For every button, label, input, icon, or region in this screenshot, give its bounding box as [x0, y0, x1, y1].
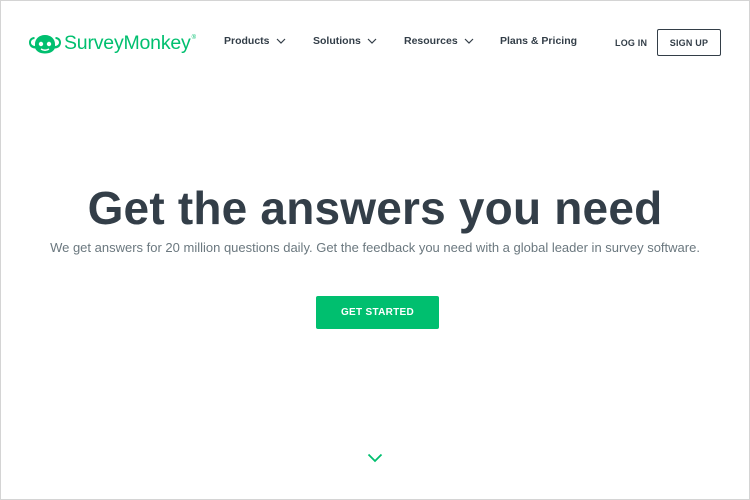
nav-label: Resources [404, 35, 458, 47]
chevron-down-icon [464, 38, 474, 44]
chevron-down-icon [276, 38, 285, 44]
brand-name: SurveyMonkey [64, 31, 191, 54]
chevron-down-icon [367, 38, 377, 44]
nav-item-resources[interactable]: Resources [404, 35, 474, 47]
nav-item-solutions[interactable]: Solutions [313, 35, 377, 47]
registered-mark: ® [191, 35, 196, 41]
get-started-button[interactable]: GET STARTED [316, 296, 439, 329]
nav-label: Plans & Pricing [500, 35, 578, 47]
brand-logo[interactable]: SurveyMonkey ® [28, 29, 196, 57]
hero-title: Get the answers you need [87, 182, 663, 234]
nav-item-plans-pricing[interactable]: Plans & Pricing [500, 35, 577, 47]
nav-item-products[interactable]: Products [224, 35, 286, 47]
hero-subtitle: We get answers for 20 million questions … [50, 240, 700, 255]
scroll-down-chevron-icon[interactable] [367, 453, 383, 463]
monkey-logo-icon [29, 35, 61, 54]
site-header: SurveyMonkey ® Products Solutions Resour… [1, 1, 749, 85]
login-link[interactable]: LOG IN [615, 38, 647, 48]
page: SurveyMonkey ® Products Solutions Resour… [0, 0, 750, 500]
signup-button[interactable]: SIGN UP [657, 29, 721, 56]
nav-label: Products [224, 35, 270, 47]
nav-label: Solutions [313, 35, 361, 47]
